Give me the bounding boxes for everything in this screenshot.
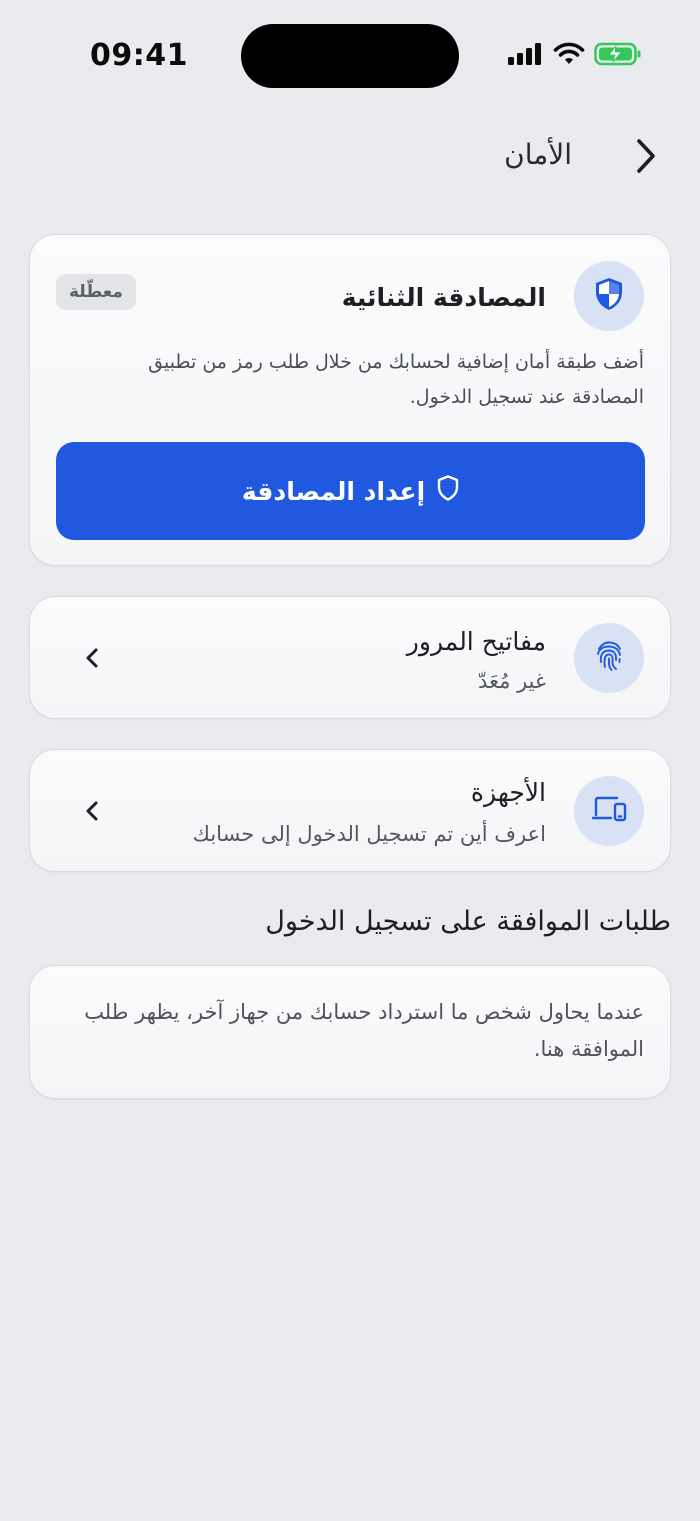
login-requests-card: عندما يحاول شخص ما استرداد حسابك من جهاز… <box>29 965 671 1099</box>
shield-icon <box>594 277 624 315</box>
devices-icon <box>591 795 627 827</box>
devices-icon-wrap <box>574 776 644 846</box>
chevron-right-icon <box>634 138 658 178</box>
passkeys-title: مفاتيح المرور <box>406 627 546 656</box>
page-title: الأمان <box>504 138 572 171</box>
wifi-icon <box>553 42 585 70</box>
fingerprint-icon <box>594 640 624 676</box>
setup-authentication-button[interactable]: إعداد المصادقة <box>56 442 645 540</box>
status-badge: معطّلة <box>56 274 136 310</box>
signal-icon <box>508 42 544 70</box>
chevron-left-icon <box>80 646 104 670</box>
back-button[interactable] <box>624 136 668 180</box>
passkeys-row[interactable]: مفاتيح المرور غير مُعَدّ <box>29 596 671 719</box>
passkeys-icon-wrap <box>574 623 644 693</box>
chevron-left-icon <box>80 799 104 823</box>
shield-outline-icon <box>437 475 459 507</box>
dynamic-island <box>241 24 459 88</box>
login-requests-section-title: طلبات الموافقة على تسجيل الدخول <box>265 906 671 937</box>
two-factor-card: المصادقة الثنائية معطّلة أضف طبقة أمان إ… <box>29 234 671 566</box>
status-time: 09:41 <box>90 38 188 73</box>
two-factor-icon-wrap <box>574 261 644 331</box>
security-screen: 09:41 الأمان المصادقة الثنائية معطّلة أض… <box>0 0 700 1521</box>
battery-charging-icon <box>594 42 642 70</box>
setup-authentication-label: إعداد المصادقة <box>241 476 426 506</box>
devices-description: اعرف أين تم تسجيل الدخول إلى حسابك <box>192 822 546 846</box>
status-icons <box>508 42 642 70</box>
login-requests-empty-text: عندما يحاول شخص ما استرداد حسابك من جهاز… <box>84 1000 644 1061</box>
devices-row[interactable]: الأجهزة اعرف أين تم تسجيل الدخول إلى حسا… <box>29 749 671 872</box>
two-factor-description: أضف طبقة أمان إضافية لحسابك من خلال طلب … <box>148 351 644 408</box>
passkeys-status: غير مُعَدّ <box>478 669 546 693</box>
two-factor-title: المصادقة الثنائية <box>341 283 546 312</box>
devices-title: الأجهزة <box>470 778 546 807</box>
